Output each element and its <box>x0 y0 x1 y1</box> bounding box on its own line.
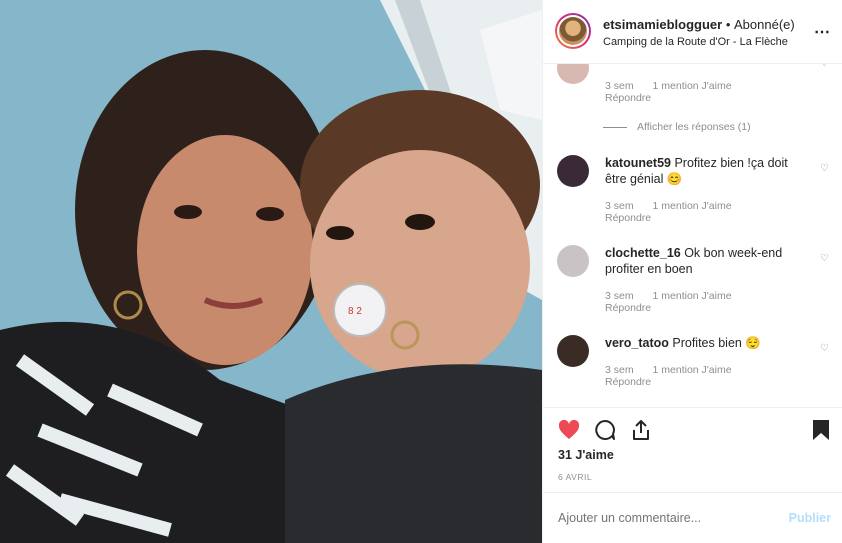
comment-meta: 3 sem 1 mention J'aime <box>605 80 748 92</box>
comment-username[interactable]: vero_tatoo <box>605 336 669 350</box>
comment-likes[interactable]: 1 mention J'aime <box>653 80 732 92</box>
comment-meta: 3 sem 1 mention J'aime <box>605 200 748 212</box>
comment-text: katounet59 Profitez bien !ça doit être g… <box>605 155 795 187</box>
comment-meta: 3 sem 1 mention J'aime <box>605 290 748 302</box>
separator-dot: • <box>725 17 731 32</box>
comment-like-icon[interactable]: ♡ <box>820 64 829 69</box>
comment-time: 3 sem <box>605 364 634 376</box>
author-avatar[interactable] <box>555 13 591 49</box>
svg-text:8 2: 8 2 <box>348 306 362 317</box>
comment-username[interactable]: clochette_16 <box>605 246 681 260</box>
likes-count[interactable]: 31 J'aime <box>558 448 614 462</box>
reply-button[interactable]: Répondre <box>605 212 651 224</box>
comment-likes[interactable]: 1 mention J'aime <box>653 200 732 212</box>
commenter-avatar[interactable] <box>557 245 589 277</box>
commenter-avatar[interactable] <box>557 64 589 84</box>
post-date: 6 AVRIL <box>558 472 593 482</box>
comments-list: ♡ 3 sem 1 mention J'aime Répondre Affich… <box>543 64 842 407</box>
share-icon[interactable] <box>629 418 653 442</box>
author-line: etsimamieblogguer • Abonné(e) <box>603 17 795 32</box>
publish-button[interactable]: Publier <box>789 511 831 525</box>
location-link[interactable]: Camping de la Route d'Or - La Flèche <box>603 36 788 48</box>
add-comment-row: Publier <box>543 492 842 543</box>
follow-status[interactable]: Abonné(e) <box>734 17 795 32</box>
post-side-panel: etsimamieblogguer • Abonné(e) Camping de… <box>542 0 842 543</box>
post-photo-illustration: 8 2 <box>0 0 542 543</box>
view-replies-label: Afficher les réponses (1) <box>637 121 751 133</box>
comment-time: 3 sem <box>605 80 634 92</box>
heart-filled-icon[interactable] <box>557 418 581 442</box>
more-icon[interactable]: ⋯ <box>814 22 831 42</box>
comment-icon[interactable] <box>593 418 617 442</box>
author-username[interactable]: etsimamieblogguer <box>603 17 722 32</box>
comment-likes[interactable]: 1 mention J'aime <box>653 290 732 302</box>
bookmark-icon[interactable] <box>811 418 831 442</box>
reply-button[interactable]: Répondre <box>605 376 651 388</box>
comment-likes[interactable]: 1 mention J'aime <box>653 364 732 376</box>
comment-time: 3 sem <box>605 290 634 302</box>
post-header: etsimamieblogguer • Abonné(e) Camping de… <box>543 0 842 64</box>
comment-like-icon[interactable]: ♡ <box>820 253 829 264</box>
add-comment-input[interactable] <box>558 511 758 525</box>
comment-like-icon[interactable]: ♡ <box>820 163 829 174</box>
post-photo[interactable]: 8 2 <box>0 0 542 543</box>
comment-username[interactable]: katounet59 <box>605 156 671 170</box>
commenter-avatar[interactable] <box>557 335 589 367</box>
view-replies-button[interactable]: Afficher les réponses (1) <box>603 121 751 133</box>
comment-like-icon[interactable]: ♡ <box>820 343 829 354</box>
comment-meta: 3 sem 1 mention J'aime <box>605 364 748 376</box>
comment-body: Profites bien 😌 <box>668 336 761 350</box>
reply-button[interactable]: Répondre <box>605 302 651 314</box>
replies-divider <box>603 126 627 128</box>
reply-button[interactable]: Répondre <box>605 92 651 104</box>
comment-text: vero_tatoo Profites bien 😌 <box>605 335 795 351</box>
instagram-post-modal: 8 2 etsimamieblogguer • Abonné(e) Campin… <box>0 0 842 543</box>
commenter-avatar[interactable] <box>557 155 589 187</box>
comment-time: 3 sem <box>605 200 634 212</box>
comment-text: clochette_16 Ok bon week-end profiter en… <box>605 245 795 277</box>
